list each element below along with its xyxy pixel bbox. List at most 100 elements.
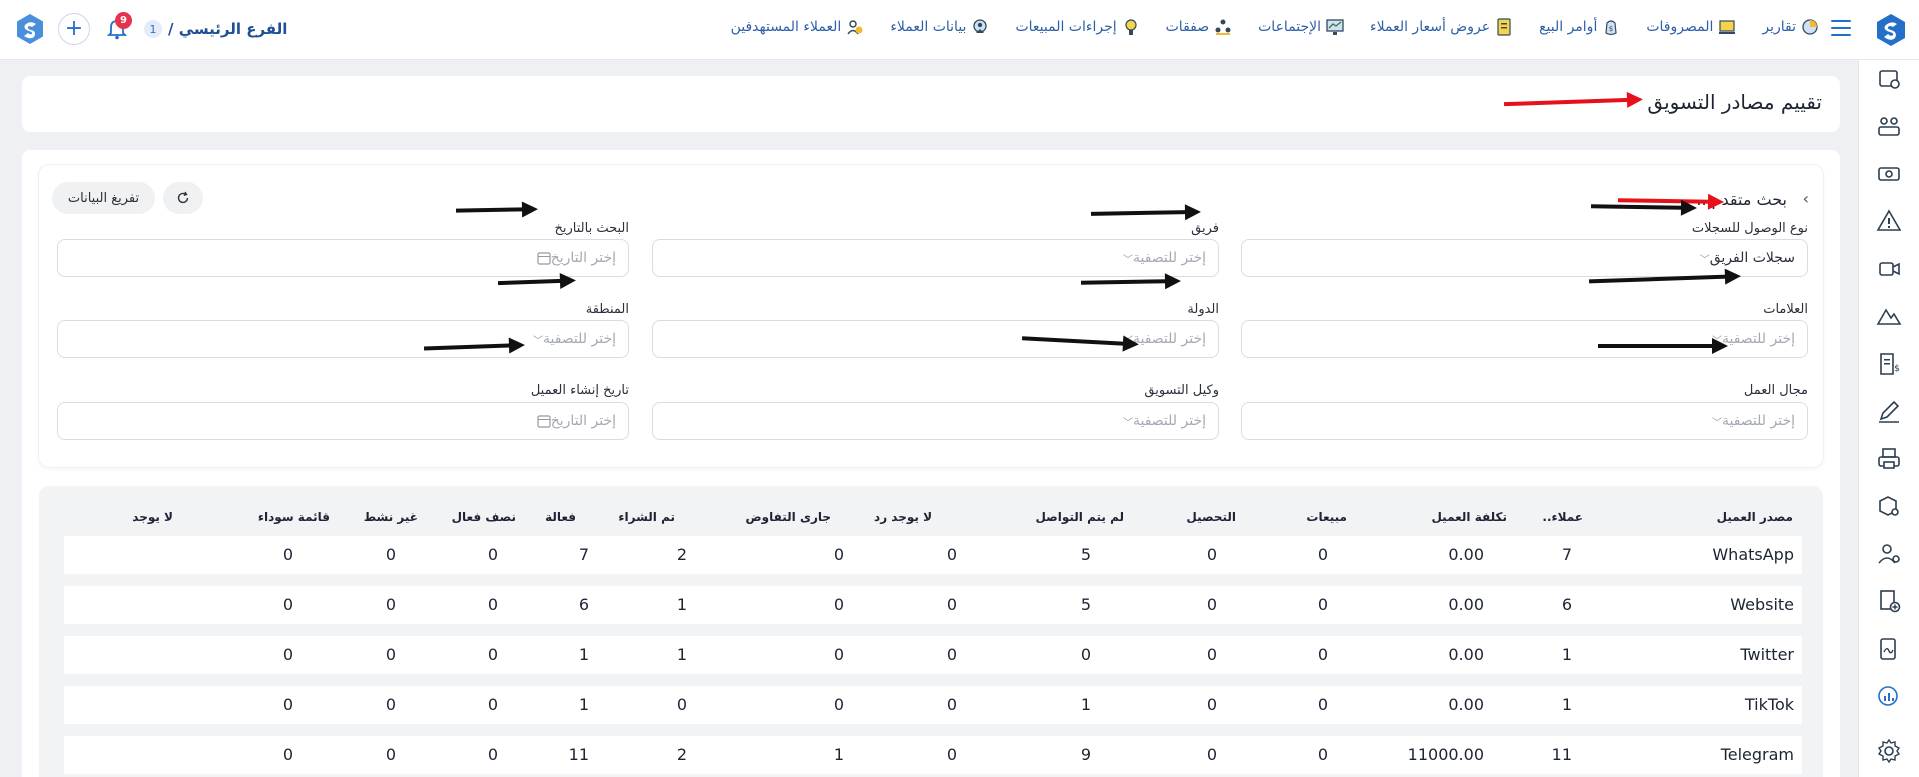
app-logo-icon[interactable]	[1873, 12, 1909, 48]
table-row[interactable]: Website 6 0.00 0 0 5 0 0 1 6 0 0 0	[64, 586, 1802, 624]
cell-source-name: Telegram	[1720, 745, 1794, 764]
filter-label-team: فريق	[1191, 221, 1219, 236]
nav-meetings[interactable]: الإجتماعات	[1258, 18, 1344, 36]
cell-source-name: Twitter	[1740, 645, 1794, 664]
advanced-search-panel: ‹ بحث متقدم... تفريغ البيانات نوع الوصول…	[39, 165, 1823, 467]
sidebar-settings-icon[interactable]	[1876, 738, 1902, 764]
table-row[interactable]: TikTok 1 0.00 0 0 1 0 0 0 1 0 0 0	[64, 686, 1802, 724]
nav-target-customers[interactable]: العملاء المستهدفين	[731, 18, 865, 36]
table-cell: 11	[568, 745, 589, 764]
clear-data-button[interactable]: تفريغ البيانات	[52, 182, 155, 214]
calendar-icon	[537, 415, 551, 428]
col-header-customers: عملاء..	[1542, 510, 1583, 524]
sidebar-warning-icon[interactable]	[1876, 208, 1902, 234]
table-cell: 2	[676, 545, 687, 564]
plus-icon: +	[64, 16, 84, 41]
sidebar-cash-icon[interactable]	[1876, 161, 1902, 187]
sidebar-add-document-icon[interactable]	[1876, 588, 1902, 614]
refresh-button[interactable]	[163, 182, 203, 214]
table-cell: 0	[946, 745, 957, 764]
menu-toggle-icon[interactable]	[1831, 20, 1851, 38]
nav-expenses[interactable]: المصروفات	[1646, 18, 1736, 36]
top-nav: العملاء المستهدفين بيانات العملاء إجراءا…	[731, 18, 1819, 36]
nav-reports[interactable]: تقارير	[1762, 18, 1819, 36]
sidebar-contract-icon[interactable]	[1876, 636, 1902, 662]
table-cell: 0	[487, 595, 498, 614]
filter-region-select[interactable]: إختر للتصفية ﹀	[57, 320, 629, 358]
table-cell: 0	[385, 745, 396, 764]
col-header-negotiating: جارى التفاوض	[745, 510, 832, 524]
notification-count-badge: 9	[115, 12, 132, 29]
sales-actions-icon	[1125, 19, 1137, 35]
nav-quotes[interactable]: عروض أسعار العملاء	[1370, 18, 1513, 36]
nav-customer-data[interactable]: بيانات العملاء	[890, 18, 989, 36]
col-header-customer-cost: تكلفة العميل	[1431, 510, 1507, 524]
sidebar-wallet-icon[interactable]	[1876, 66, 1902, 92]
sidebar-video-icon[interactable]	[1876, 256, 1902, 282]
sidebar-invoice-icon[interactable]: $	[1876, 351, 1902, 377]
table-cell: 11	[1551, 745, 1572, 764]
table-cell: 1	[578, 645, 589, 664]
sidebar-printer-icon[interactable]	[1876, 446, 1902, 472]
sidebar-delivery-icon[interactable]	[1876, 493, 1902, 519]
chevron-down-icon: ﹀	[1122, 254, 1133, 266]
table-cell: 0	[1206, 745, 1217, 764]
table-cell: 7	[1561, 545, 1572, 564]
brand-logo-icon[interactable]	[14, 13, 46, 45]
filter-label-tags: العلامات	[1763, 302, 1808, 317]
table-cell: 0.00	[1448, 695, 1484, 714]
table-cell: 0	[833, 695, 844, 714]
table-row[interactable]: Telegram 11 11000.00 0 0 9 0 1 2 11 0 0 0	[64, 736, 1802, 774]
annotation-arrow	[1090, 210, 1188, 216]
notifications-button[interactable]: 9	[102, 12, 132, 44]
filter-business-field-select[interactable]: إختر للتصفية ﹀	[1241, 402, 1808, 440]
top-bar: العملاء المستهدفين بيانات العملاء إجراءا…	[0, 0, 1919, 60]
sidebar-analytics-icon[interactable]	[1876, 683, 1902, 709]
filter-customer-created-date-input[interactable]: إختر التاريخ	[57, 402, 629, 440]
col-header-source: مصدر العميل	[1716, 510, 1793, 524]
nav-sales-actions[interactable]: إجراءات المبيعات	[1015, 18, 1139, 36]
table-cell: 0	[1317, 595, 1328, 614]
sidebar-user-settings-icon[interactable]	[1876, 541, 1902, 567]
filter-access-type-select[interactable]: سجلات الفريق ﹀	[1241, 239, 1808, 277]
table-cell: 7	[578, 545, 589, 564]
main-card: ‹ بحث متقدم... تفريغ البيانات نوع الوصول…	[22, 150, 1840, 777]
table-cell: 5	[1080, 595, 1091, 614]
table-cell: 0.00	[1448, 595, 1484, 614]
cell-source-name: Website	[1730, 595, 1794, 614]
table-cell: 0	[1206, 595, 1217, 614]
filter-label-date-search: البحث بالتاريخ	[554, 221, 630, 236]
sidebar-mountain-icon[interactable]	[1876, 303, 1902, 329]
col-header-none: لا يوجد	[132, 510, 173, 524]
nav-deals[interactable]: صفقات	[1166, 18, 1233, 36]
filter-date-search-input[interactable]: إختر التاريخ	[57, 239, 629, 277]
table-cell: 1	[1561, 645, 1572, 664]
add-button[interactable]: +	[58, 13, 90, 45]
filter-marketing-agent-select[interactable]: إختر للتصفية ﹀	[652, 402, 1219, 440]
table-cell: 0	[1206, 695, 1217, 714]
table-cell: 2	[676, 745, 687, 764]
table-row[interactable]: Twitter 1 0.00 0 0 0 0 0 1 1 0 0 0	[64, 636, 1802, 674]
table-cell: 0	[946, 695, 957, 714]
table-cell: 0	[1317, 745, 1328, 764]
table-row[interactable]: WhatsApp 7 0.00 0 0 5 0 0 2 7 0 0 0	[64, 536, 1802, 574]
filter-label-customer-created-date: تاريخ إنشاء العميل	[530, 383, 629, 398]
table-cell: 0	[385, 645, 396, 664]
filter-team-select[interactable]: إختر للتصفية ﹀	[652, 239, 1219, 277]
sources-table: مصدر العميل عملاء.. تكلفة العميل مبيعات …	[39, 486, 1823, 777]
table-cell: 0	[833, 545, 844, 564]
sidebar-team-icon[interactable]	[1876, 113, 1902, 139]
table-cell: 6	[1561, 595, 1572, 614]
annotation-arrow	[1598, 338, 1728, 354]
sidebar-pen-icon[interactable]	[1876, 398, 1902, 424]
calendar-icon	[537, 252, 551, 265]
col-header-inactive: غير نشط	[363, 510, 418, 524]
table-cell: 0	[1206, 645, 1217, 664]
nav-sales-orders[interactable]: $ أوامر البيع	[1539, 18, 1620, 36]
table-cell: 0	[487, 695, 498, 714]
table-cell: 0	[385, 595, 396, 614]
branch-number-badge: 1	[144, 20, 162, 38]
branch-selector[interactable]: الفرع الرئيسي / 1	[144, 20, 287, 38]
table-cell: 0	[487, 745, 498, 764]
chevron-left-icon[interactable]: ‹	[1803, 189, 1809, 208]
